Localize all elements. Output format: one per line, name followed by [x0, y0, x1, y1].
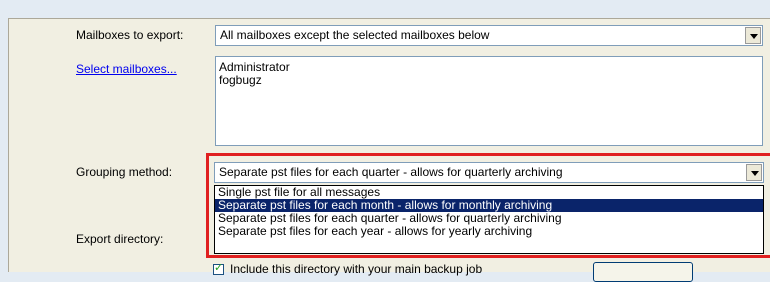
export-directory-label: Export directory:: [76, 232, 164, 246]
browse-button[interactable]: [593, 262, 693, 282]
grouping-method-dropdown-list[interactable]: Single pst file for all messages Separat…: [214, 185, 764, 254]
mailbox-list[interactable]: Administrator fogbugz: [215, 56, 763, 146]
grouping-method-select[interactable]: Separate pst files for each quarter - al…: [214, 162, 764, 183]
grouping-option-yearly[interactable]: Separate pst files for each year - allow…: [215, 225, 763, 238]
include-directory-label: Include this directory with your main ba…: [230, 262, 483, 276]
grouping-method-value: Separate pst files for each quarter - al…: [219, 165, 563, 179]
mailbox-item[interactable]: fogbugz: [216, 74, 762, 87]
mailbox-item[interactable]: Administrator: [216, 61, 762, 74]
grouping-method-label: Grouping method:: [76, 165, 173, 179]
select-mailboxes-link[interactable]: Select mailboxes...: [76, 62, 177, 76]
mailboxes-to-export-value: All mailboxes except the selected mailbo…: [220, 28, 490, 42]
chevron-down-icon[interactable]: [746, 164, 762, 181]
chevron-down-icon[interactable]: [745, 27, 761, 44]
mailboxes-to-export-select[interactable]: All mailboxes except the selected mailbo…: [215, 25, 763, 46]
include-directory-checkbox[interactable]: [213, 261, 224, 275]
mailboxes-to-export-label: Mailboxes to export:: [76, 28, 184, 42]
